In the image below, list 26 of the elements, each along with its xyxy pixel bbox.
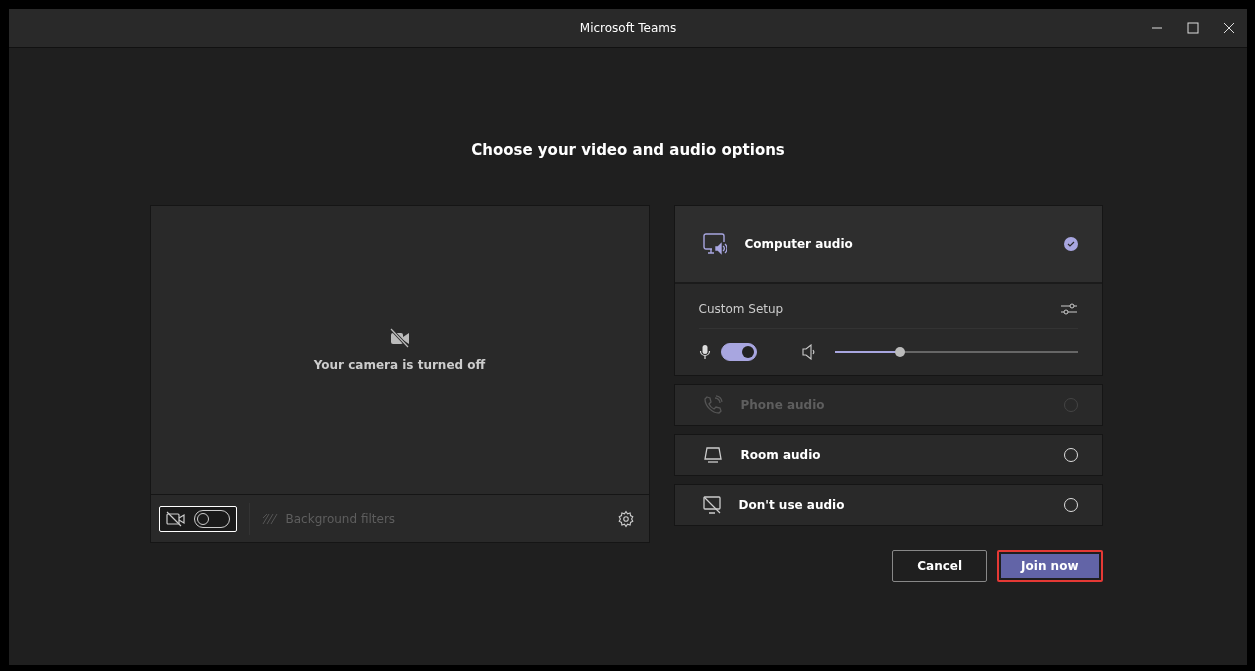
microphone-toggle[interactable] [720,343,757,361]
monitor-off-icon [702,496,721,514]
page-heading: Choose your video and audio options [470,141,786,159]
close-icon [1223,22,1235,34]
speaker-icon [800,344,817,360]
cancel-button[interactable]: Cancel [892,550,988,582]
audio-option[interactable]: Room audio [674,435,1102,475]
camera-off-icon [165,510,186,527]
microphone-icon [698,344,711,360]
camera-toggle[interactable] [158,505,237,532]
camera-off-icon [388,328,411,348]
monitor-speaker-icon [702,233,727,255]
hatched-filter-icon [261,512,278,525]
audio-option[interactable]: Don't use audio [674,485,1102,525]
audio-option[interactable]: Computer audio [674,206,1102,282]
checked-radio[interactable] [1063,237,1078,251]
window-title: Microsoft Teams [579,21,677,35]
maximize-icon [1187,22,1199,34]
checkmark-icon [1066,240,1075,248]
join-button[interactable]: Join now [997,550,1103,582]
custom-setup-label: Custom Setup [698,302,784,316]
settings-icon[interactable] [616,509,635,528]
phone-icon [702,395,723,415]
camera-off-message: Your camera is turned off [313,358,486,372]
room-device-icon [702,446,723,464]
sliders-icon[interactable] [1059,302,1078,316]
